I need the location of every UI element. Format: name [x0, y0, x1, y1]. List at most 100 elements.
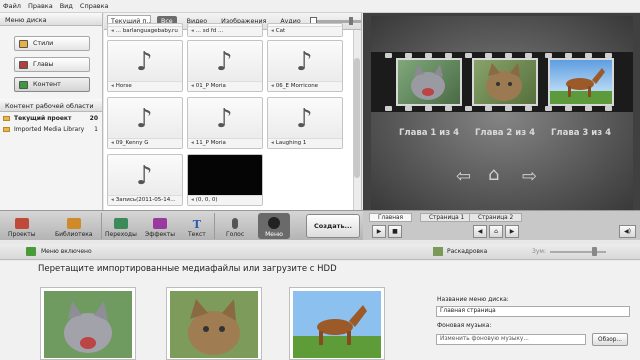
zoom-slider-handle[interactable] — [592, 247, 597, 256]
media-item-label: 11_P Moria — [188, 138, 262, 148]
storyboard-icon[interactable] — [433, 247, 443, 256]
media-item-label: Запись(2011-05-14... — [108, 195, 182, 205]
tree-item-count: 1 — [94, 125, 98, 133]
main-toolbar: Проекты Библиотека Переходы Эффекты T Тек… — [0, 210, 363, 240]
library-label: Библиотека — [55, 231, 93, 238]
toolbar-separator — [101, 213, 102, 239]
content-label: Контент — [33, 81, 61, 88]
music-note-icon: ♪ — [296, 47, 313, 77]
prev-page-arrow-icon[interactable]: ⇦ — [456, 166, 471, 187]
content-icon — [19, 80, 28, 89]
media-item[interactable]: ♪ 01_P Moria — [187, 40, 263, 92]
folder-icon — [3, 126, 10, 132]
library-button[interactable]: Библиотека — [55, 213, 93, 239]
disc-name-input[interactable]: Главная страница — [436, 306, 630, 317]
create-button[interactable]: Создать... — [306, 214, 360, 238]
media-item-label: Cat — [268, 26, 342, 36]
tree-item-current-project[interactable]: Текущий проект 20 — [0, 113, 102, 123]
disc-menu-title: Меню диска — [0, 13, 102, 26]
transitions-button[interactable]: Переходы — [105, 213, 137, 239]
media-item[interactable]: ♪ 09_Kenny G — [107, 97, 183, 149]
media-item[interactable]: ♪ 11_P Moria — [187, 97, 263, 149]
chapter-thumbnail-horse[interactable] — [548, 58, 614, 106]
library-icon — [66, 218, 81, 229]
home-page-button[interactable]: ⌂ — [489, 225, 503, 238]
menu-enabled-checkbox-icon[interactable] — [26, 247, 36, 256]
tree-item-imported-library[interactable]: Imported Media Library 1 — [0, 124, 102, 134]
chapter-label: Глава 1 из 4 — [398, 128, 460, 138]
volume-button[interactable]: ◀) — [619, 225, 636, 238]
text-button[interactable]: T Текст — [188, 213, 206, 239]
media-item[interactable]: Cat — [267, 23, 343, 37]
media-scrollbar[interactable] — [353, 30, 361, 210]
tree-item-label: Текущий проект — [14, 114, 72, 122]
projects-button[interactable]: Проекты — [8, 213, 36, 239]
voice-button[interactable]: Голос — [226, 213, 244, 239]
preview-canvas: Глава 1 из 4 Глава 2 из 4 Глава 3 из 4 ⇦… — [371, 16, 633, 212]
page-tab-1[interactable]: Страница 1 — [420, 213, 474, 222]
play-button[interactable]: ▶ — [372, 225, 386, 238]
preview-controls: Главная Страница 1 Страница 2 ▶ ■ ◀ ⌂ ▶ … — [363, 210, 640, 240]
next-page-arrow-icon[interactable]: ⇨ — [522, 166, 537, 187]
music-note-icon: ♪ — [136, 104, 153, 134]
drop-hint: Перетащите импортированные медиафайлы ил… — [38, 264, 337, 274]
music-input[interactable]: Изменить фоновую музыку... — [436, 334, 586, 345]
content-button[interactable]: Контент — [14, 77, 90, 92]
chapters-label: Главы — [33, 61, 54, 68]
music-note-icon: ♪ — [136, 161, 153, 191]
effects-icon — [153, 218, 167, 229]
projects-label: Проекты — [8, 231, 36, 238]
page-tab-main[interactable]: Главная — [369, 213, 413, 222]
zoom-slider[interactable] — [550, 251, 606, 253]
chapter-thumbnail-cat[interactable] — [396, 58, 462, 106]
next-page-button[interactable]: ▶ — [505, 225, 519, 238]
home-icon[interactable]: ⌂ — [488, 164, 499, 185]
media-item-label: 09_Kenny G — [108, 138, 182, 148]
menu-view[interactable]: Вид — [60, 2, 73, 10]
storyboard-item-horse[interactable] — [289, 287, 385, 360]
browse-button[interactable]: Обзор... — [592, 333, 628, 346]
chapters-button[interactable]: Главы — [14, 57, 90, 72]
menu-button[interactable]: Меню — [258, 213, 290, 239]
media-item[interactable]: ... barlanguagebaby.ru — [107, 23, 183, 37]
page-tab-2[interactable]: Страница 2 — [469, 213, 523, 222]
storyboard-label[interactable]: Раскадровка — [447, 248, 487, 255]
storyboard-area: Перетащите импортированные медиафайлы ил… — [0, 261, 640, 360]
media-item[interactable]: (0, 0, 0) — [187, 154, 263, 206]
storyboard-item-tabby[interactable] — [166, 287, 262, 360]
music-note-icon: ♪ — [216, 47, 233, 77]
chapter-label: Глава 2 из 4 — [474, 128, 536, 138]
music-note-icon: ♪ — [216, 104, 233, 134]
effects-label: Эффекты — [145, 231, 175, 238]
media-item[interactable]: ♪ Запись(2011-05-14... — [107, 154, 183, 206]
menu-help[interactable]: Справка — [80, 2, 109, 10]
media-item[interactable]: ♪ Horse — [107, 40, 183, 92]
media-browser: Текущий п... Все Видео Изображения Аудио… — [104, 13, 362, 210]
media-item-label: 01_P Moria — [188, 81, 262, 91]
media-item-label: (0, 0, 0) — [188, 195, 262, 205]
effects-button[interactable]: Эффекты — [145, 213, 175, 239]
stop-button[interactable]: ■ — [388, 225, 402, 238]
scrollbar-thumb[interactable] — [354, 58, 360, 178]
menu-label: Меню — [265, 231, 283, 238]
menu-bar: Файл Правка Вид Справка — [0, 0, 640, 13]
menu-file[interactable]: Файл — [3, 2, 21, 10]
media-item-label: Laughing 1 — [268, 138, 342, 148]
menu-edit[interactable]: Правка — [28, 2, 53, 10]
styles-icon — [19, 39, 28, 48]
folder-icon — [3, 115, 10, 121]
music-label: Фоновая музыка: — [437, 322, 492, 329]
storyboard-item-cat[interactable] — [40, 287, 136, 360]
disc-name-label: Название меню диска: — [437, 296, 509, 303]
media-item-label: ... sd fd ... — [188, 26, 262, 36]
workspace-content-title: Контент рабочей области — [0, 99, 102, 112]
media-item-label: Horse — [108, 81, 182, 91]
media-item[interactable]: ... sd fd ... — [187, 23, 263, 37]
disc-menu-panel: Меню диска Стили Главы Контент Контент р… — [0, 13, 103, 210]
menu-enabled-label: Меню включено — [41, 248, 92, 255]
prev-page-button[interactable]: ◀ — [473, 225, 487, 238]
media-item[interactable]: ♪ Laughing 1 — [267, 97, 343, 149]
chapter-thumbnail-tabby[interactable] — [472, 58, 538, 106]
styles-button[interactable]: Стили — [14, 36, 90, 51]
media-item[interactable]: ♪ 06_E Morricone — [267, 40, 343, 92]
